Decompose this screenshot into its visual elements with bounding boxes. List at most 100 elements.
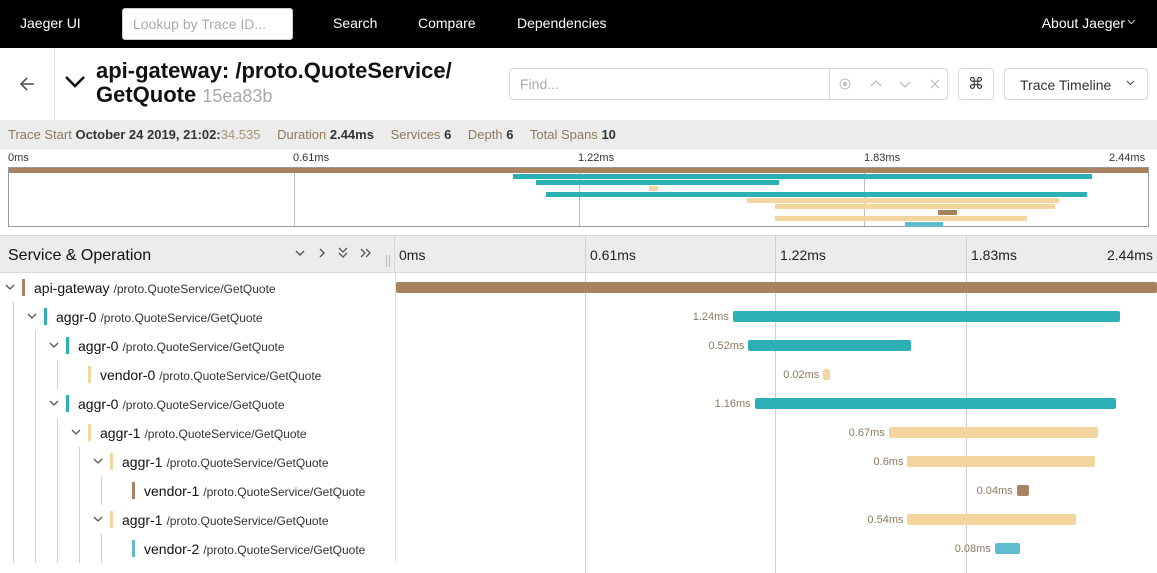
service-name: aggr-1: [100, 425, 141, 441]
indent-guide: [13, 360, 14, 389]
chevron-down-icon[interactable]: [5, 282, 15, 292]
chevron-down-icon[interactable]: [49, 340, 59, 350]
trace-minimap[interactable]: 0ms 0.61ms 1.22ms 1.83ms 2.44ms: [0, 149, 1157, 235]
span-duration-label: 1.16ms: [714, 398, 751, 410]
span-duration-label: 0.04ms: [976, 485, 1013, 497]
span-row[interactable]: aggr-0/proto.QuoteService/GetQuote 0.52ms: [0, 331, 1157, 360]
operation-name: /proto.QuoteService/GetQuote: [203, 543, 366, 557]
span-bar[interactable]: [907, 514, 1076, 525]
operation-name: /proto.QuoteService/GetQuote: [113, 282, 276, 296]
span-name-cell[interactable]: api-gateway/proto.QuoteService/GetQuote: [0, 273, 396, 302]
chevron-down-icon[interactable]: [49, 398, 59, 408]
span-bar[interactable]: [396, 282, 1157, 293]
span-bar[interactable]: [732, 311, 1120, 322]
minimap-canvas[interactable]: [8, 167, 1149, 227]
span-name-cell[interactable]: vendor-1/proto.QuoteService/GetQuote: [0, 476, 396, 505]
minimap-tick: 0ms: [8, 152, 29, 164]
chevron-down-icon[interactable]: [64, 75, 86, 89]
indent-guide: [13, 447, 14, 476]
span-bar[interactable]: [748, 340, 911, 351]
find-input[interactable]: [510, 69, 830, 99]
span-row[interactable]: aggr-1/proto.QuoteService/GetQuote 0.54ms: [0, 505, 1157, 534]
service-name: vendor-1: [144, 483, 200, 499]
span-service-name: vendor-2/proto.QuoteService/GetQuote: [144, 541, 365, 557]
indent-guide: [13, 476, 14, 505]
span-bar[interactable]: [994, 543, 1020, 554]
depth-value: 6: [506, 127, 514, 142]
chevron-right-icon[interactable]: [316, 246, 328, 260]
span-bar[interactable]: [907, 456, 1095, 467]
trace-title-line1: api-gateway: /proto.QuoteService/: [96, 58, 452, 83]
span-row[interactable]: api-gateway/proto.QuoteService/GetQuote: [0, 273, 1157, 302]
service-name: vendor-0: [100, 367, 156, 383]
indent-guide: [13, 534, 14, 563]
span-bar[interactable]: [1016, 485, 1030, 496]
timeline-tick: 0ms: [399, 247, 426, 263]
span-name-cell[interactable]: vendor-0/proto.QuoteService/GetQuote: [0, 360, 396, 389]
service-name: aggr-1: [122, 512, 163, 528]
service-color-marker: [132, 482, 135, 499]
span-bar[interactable]: [888, 427, 1098, 438]
span-row[interactable]: aggr-1/proto.QuoteService/GetQuote 0.67ms: [0, 418, 1157, 447]
span-bar[interactable]: [823, 369, 830, 380]
operation-name: /proto.QuoteService/GetQuote: [203, 485, 366, 499]
span-name-cell[interactable]: aggr-0/proto.QuoteService/GetQuote: [0, 389, 396, 418]
chevron-down-icon[interactable]: [898, 77, 912, 91]
trace-lookup-input[interactable]: [122, 8, 293, 40]
chevron-down-icon[interactable]: [93, 514, 103, 524]
span-duration-label: 0.02ms: [783, 369, 820, 381]
service-name: aggr-0: [78, 396, 119, 412]
brand-link[interactable]: Jaeger UI: [20, 15, 81, 31]
indent-guide: [35, 418, 36, 447]
chevron-down-icon[interactable]: [93, 456, 103, 466]
about-jaeger-menu[interactable]: About Jaeger: [1042, 15, 1125, 31]
span-row[interactable]: vendor-2/proto.QuoteService/GetQuote 0.08…: [0, 534, 1157, 563]
expand-all-icon[interactable]: [337, 246, 349, 260]
indent-guide: [79, 505, 80, 534]
minimap-tick: 1.83ms: [864, 152, 901, 164]
chevron-down-icon[interactable]: [71, 427, 81, 437]
minimap-span-bar: [774, 204, 1055, 209]
span-row[interactable]: aggr-1/proto.QuoteService/GetQuote 0.6ms: [0, 447, 1157, 476]
indent-guide: [57, 447, 58, 476]
close-icon[interactable]: [928, 77, 942, 91]
span-name-cell[interactable]: aggr-0/proto.QuoteService/GetQuote: [0, 302, 396, 331]
timeline-header: Service & Operation 0ms 0.61ms 1.22ms 1.…: [0, 235, 1157, 273]
nav-search-link[interactable]: Search: [333, 15, 377, 31]
nav-compare-link[interactable]: Compare: [418, 15, 476, 31]
span-row[interactable]: vendor-1/proto.QuoteService/GetQuote 0.04…: [0, 476, 1157, 505]
chevron-down-icon[interactable]: [294, 246, 306, 260]
minimap-tick: 0.61ms: [293, 152, 330, 164]
service-color-marker: [66, 337, 69, 354]
span-row[interactable]: aggr-0/proto.QuoteService/GetQuote 1.24ms: [0, 302, 1157, 331]
keyboard-shortcuts-button[interactable]: ⌘: [958, 68, 994, 100]
span-name-cell[interactable]: aggr-1/proto.QuoteService/GetQuote: [0, 418, 396, 447]
span-name-cell[interactable]: aggr-1/proto.QuoteService/GetQuote: [0, 447, 396, 476]
span-row[interactable]: vendor-0/proto.QuoteService/GetQuote 0.02…: [0, 360, 1157, 389]
span-name-cell[interactable]: vendor-2/proto.QuoteService/GetQuote: [0, 534, 396, 563]
nav-dependencies-link[interactable]: Dependencies: [517, 15, 607, 31]
indent-guide: [35, 447, 36, 476]
services-label: Services: [390, 127, 441, 142]
operation-name: /proto.QuoteService/GetQuote: [100, 311, 263, 325]
chevron-down-icon[interactable]: [27, 311, 37, 321]
service-name: aggr-1: [122, 454, 163, 470]
back-button[interactable]: [0, 48, 55, 120]
chevron-up-icon[interactable]: [869, 77, 883, 91]
indent-guide: [101, 534, 102, 563]
resize-handle-icon[interactable]: [385, 255, 391, 267]
span-service-name: aggr-0/proto.QuoteService/GetQuote: [56, 309, 263, 325]
span-service-name: vendor-1/proto.QuoteService/GetQuote: [144, 483, 365, 499]
span-duration-label: 0.08ms: [954, 543, 991, 555]
span-row[interactable]: aggr-0/proto.QuoteService/GetQuote 1.16ms: [0, 389, 1157, 418]
indent-guide: [79, 534, 80, 563]
span-bar[interactable]: [754, 398, 1117, 409]
span-name-cell[interactable]: aggr-0/proto.QuoteService/GetQuote: [0, 331, 396, 360]
locate-icon[interactable]: [838, 77, 852, 91]
duration-value: 2.44ms: [329, 127, 374, 142]
service-color-marker: [22, 279, 25, 296]
collapse-all-icon[interactable]: [359, 246, 373, 260]
span-name-cell[interactable]: aggr-1/proto.QuoteService/GetQuote: [0, 505, 396, 534]
view-select[interactable]: Trace Timeline: [1004, 68, 1148, 100]
span-service-name: vendor-0/proto.QuoteService/GetQuote: [100, 367, 321, 383]
